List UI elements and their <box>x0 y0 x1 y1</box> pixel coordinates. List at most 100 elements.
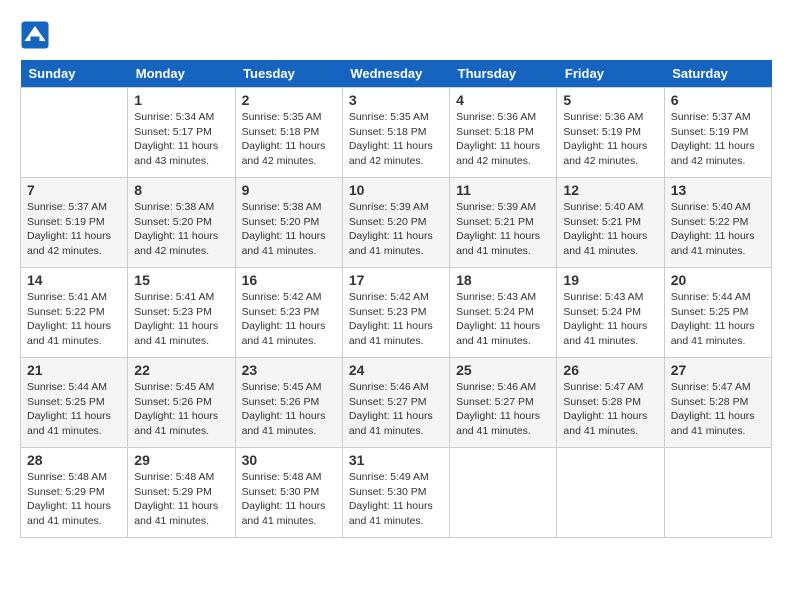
calendar-cell: 8Sunrise: 5:38 AM Sunset: 5:20 PM Daylig… <box>128 178 235 268</box>
page-header <box>20 20 772 50</box>
calendar-cell <box>664 448 771 538</box>
day-info: Sunrise: 5:40 AM Sunset: 5:21 PM Dayligh… <box>563 200 657 259</box>
day-number: 4 <box>456 92 550 108</box>
calendar-cell: 27 Sunrise: 5:47 AM Sunset: 5:28 PM Dayli… <box>664 358 771 448</box>
calendar-cell: 1Sunrise: 5:34 AM Sunset: 5:17 PM Daylig… <box>128 88 235 178</box>
calendar-cell: 14 Sunrise: 5:41 AM Sunset: 5:22 PM Dayli… <box>21 268 128 358</box>
calendar-cell: 24 Sunrise: 5:46 AM Sunset: 5:27 PM Dayli… <box>342 358 449 448</box>
day-info: Sunrise: 5:41 AM Sunset: 5:22 PM Dayligh… <box>27 290 121 349</box>
day-number: 21 <box>27 362 121 378</box>
day-number: 9 <box>242 182 336 198</box>
calendar-cell <box>21 88 128 178</box>
day-info: Sunrise: 5:37 AM Sunset: 5:19 PM Dayligh… <box>671 110 765 169</box>
calendar-cell <box>450 448 557 538</box>
day-number: 3 <box>349 92 443 108</box>
day-number: 23 <box>242 362 336 378</box>
day-info: Sunrise: 5:46 AM Sunset: 5:27 PM Dayligh… <box>456 380 550 439</box>
day-number: 11 <box>456 182 550 198</box>
calendar-cell: 10 Sunrise: 5:39 AM Sunset: 5:20 PM Dayli… <box>342 178 449 268</box>
day-info: Sunrise: 5:47 AM Sunset: 5:28 PM Dayligh… <box>563 380 657 439</box>
day-info: Sunrise: 5:35 AM Sunset: 5:18 PM Dayligh… <box>349 110 443 169</box>
calendar-cell <box>557 448 664 538</box>
day-number: 24 <box>349 362 443 378</box>
day-number: 26 <box>563 362 657 378</box>
header-row: SundayMondayTuesdayWednesdayThursdayFrid… <box>21 60 772 88</box>
day-number: 15 <box>134 272 228 288</box>
day-info: Sunrise: 5:45 AM Sunset: 5:26 PM Dayligh… <box>134 380 228 439</box>
col-header-sunday: Sunday <box>21 60 128 88</box>
calendar-cell: 12 Sunrise: 5:40 AM Sunset: 5:21 PM Dayli… <box>557 178 664 268</box>
day-number: 2 <box>242 92 336 108</box>
day-info: Sunrise: 5:35 AM Sunset: 5:18 PM Dayligh… <box>242 110 336 169</box>
day-info: Sunrise: 5:39 AM Sunset: 5:20 PM Dayligh… <box>349 200 443 259</box>
day-number: 22 <box>134 362 228 378</box>
day-number: 14 <box>27 272 121 288</box>
day-info: Sunrise: 5:45 AM Sunset: 5:26 PM Dayligh… <box>242 380 336 439</box>
day-info: Sunrise: 5:38 AM Sunset: 5:20 PM Dayligh… <box>134 200 228 259</box>
day-info: Sunrise: 5:42 AM Sunset: 5:23 PM Dayligh… <box>349 290 443 349</box>
logo-icon <box>20 20 50 50</box>
day-info: Sunrise: 5:37 AM Sunset: 5:19 PM Dayligh… <box>27 200 121 259</box>
calendar-cell: 26 Sunrise: 5:47 AM Sunset: 5:28 PM Dayli… <box>557 358 664 448</box>
calendar-cell: 18 Sunrise: 5:43 AM Sunset: 5:24 PM Dayli… <box>450 268 557 358</box>
day-info: Sunrise: 5:41 AM Sunset: 5:23 PM Dayligh… <box>134 290 228 349</box>
calendar-cell: 31Sunrise: 5:49 AM Sunset: 5:30 PM Dayli… <box>342 448 449 538</box>
calendar-cell: 21 Sunrise: 5:44 AM Sunset: 5:25 PM Dayli… <box>21 358 128 448</box>
calendar-cell: 17 Sunrise: 5:42 AM Sunset: 5:23 PM Dayli… <box>342 268 449 358</box>
day-number: 27 <box>671 362 765 378</box>
calendar-week-1: 1Sunrise: 5:34 AM Sunset: 5:17 PM Daylig… <box>21 88 772 178</box>
day-number: 28 <box>27 452 121 468</box>
day-info: Sunrise: 5:39 AM Sunset: 5:21 PM Dayligh… <box>456 200 550 259</box>
day-info: Sunrise: 5:46 AM Sunset: 5:27 PM Dayligh… <box>349 380 443 439</box>
day-info: Sunrise: 5:48 AM Sunset: 5:30 PM Dayligh… <box>242 470 336 529</box>
day-number: 1 <box>134 92 228 108</box>
day-number: 12 <box>563 182 657 198</box>
day-number: 7 <box>27 182 121 198</box>
day-info: Sunrise: 5:36 AM Sunset: 5:18 PM Dayligh… <box>456 110 550 169</box>
day-info: Sunrise: 5:47 AM Sunset: 5:28 PM Dayligh… <box>671 380 765 439</box>
col-header-friday: Friday <box>557 60 664 88</box>
day-number: 10 <box>349 182 443 198</box>
calendar-cell: 23 Sunrise: 5:45 AM Sunset: 5:26 PM Dayli… <box>235 358 342 448</box>
calendar-cell: 19 Sunrise: 5:43 AM Sunset: 5:24 PM Dayli… <box>557 268 664 358</box>
calendar-cell: 15 Sunrise: 5:41 AM Sunset: 5:23 PM Dayli… <box>128 268 235 358</box>
calendar-week-2: 7 Sunrise: 5:37 AM Sunset: 5:19 PM Daylig… <box>21 178 772 268</box>
calendar-cell: 4 Sunrise: 5:36 AM Sunset: 5:18 PM Daylig… <box>450 88 557 178</box>
day-number: 17 <box>349 272 443 288</box>
logo <box>20 20 54 50</box>
day-number: 20 <box>671 272 765 288</box>
day-info: Sunrise: 5:44 AM Sunset: 5:25 PM Dayligh… <box>27 380 121 439</box>
day-info: Sunrise: 5:43 AM Sunset: 5:24 PM Dayligh… <box>563 290 657 349</box>
day-info: Sunrise: 5:40 AM Sunset: 5:22 PM Dayligh… <box>671 200 765 259</box>
calendar-cell: 3 Sunrise: 5:35 AM Sunset: 5:18 PM Daylig… <box>342 88 449 178</box>
day-number: 31 <box>349 452 443 468</box>
calendar-cell: 22 Sunrise: 5:45 AM Sunset: 5:26 PM Dayli… <box>128 358 235 448</box>
day-number: 6 <box>671 92 765 108</box>
calendar-week-3: 14 Sunrise: 5:41 AM Sunset: 5:22 PM Dayli… <box>21 268 772 358</box>
calendar-table: SundayMondayTuesdayWednesdayThursdayFrid… <box>20 60 772 538</box>
calendar-cell: 16Sunrise: 5:42 AM Sunset: 5:23 PM Dayli… <box>235 268 342 358</box>
calendar-cell: 29 Sunrise: 5:48 AM Sunset: 5:29 PM Dayli… <box>128 448 235 538</box>
col-header-wednesday: Wednesday <box>342 60 449 88</box>
calendar-week-4: 21 Sunrise: 5:44 AM Sunset: 5:25 PM Dayli… <box>21 358 772 448</box>
day-number: 13 <box>671 182 765 198</box>
day-info: Sunrise: 5:38 AM Sunset: 5:20 PM Dayligh… <box>242 200 336 259</box>
day-number: 18 <box>456 272 550 288</box>
calendar-cell: 11 Sunrise: 5:39 AM Sunset: 5:21 PM Dayli… <box>450 178 557 268</box>
day-number: 19 <box>563 272 657 288</box>
calendar-cell: 2 Sunrise: 5:35 AM Sunset: 5:18 PM Daylig… <box>235 88 342 178</box>
col-header-monday: Monday <box>128 60 235 88</box>
day-number: 29 <box>134 452 228 468</box>
col-header-thursday: Thursday <box>450 60 557 88</box>
calendar-cell: 30 Sunrise: 5:48 AM Sunset: 5:30 PM Dayli… <box>235 448 342 538</box>
calendar-cell: 9 Sunrise: 5:38 AM Sunset: 5:20 PM Daylig… <box>235 178 342 268</box>
day-info: Sunrise: 5:43 AM Sunset: 5:24 PM Dayligh… <box>456 290 550 349</box>
calendar-cell: 13 Sunrise: 5:40 AM Sunset: 5:22 PM Dayli… <box>664 178 771 268</box>
day-number: 16 <box>242 272 336 288</box>
day-info: Sunrise: 5:44 AM Sunset: 5:25 PM Dayligh… <box>671 290 765 349</box>
day-info: Sunrise: 5:48 AM Sunset: 5:29 PM Dayligh… <box>134 470 228 529</box>
day-number: 30 <box>242 452 336 468</box>
calendar-week-5: 28 Sunrise: 5:48 AM Sunset: 5:29 PM Dayli… <box>21 448 772 538</box>
calendar-cell: 28Sunrise: 5:48 AM Sunset: 5:29 PM Dayli… <box>21 448 128 538</box>
day-number: 5 <box>563 92 657 108</box>
